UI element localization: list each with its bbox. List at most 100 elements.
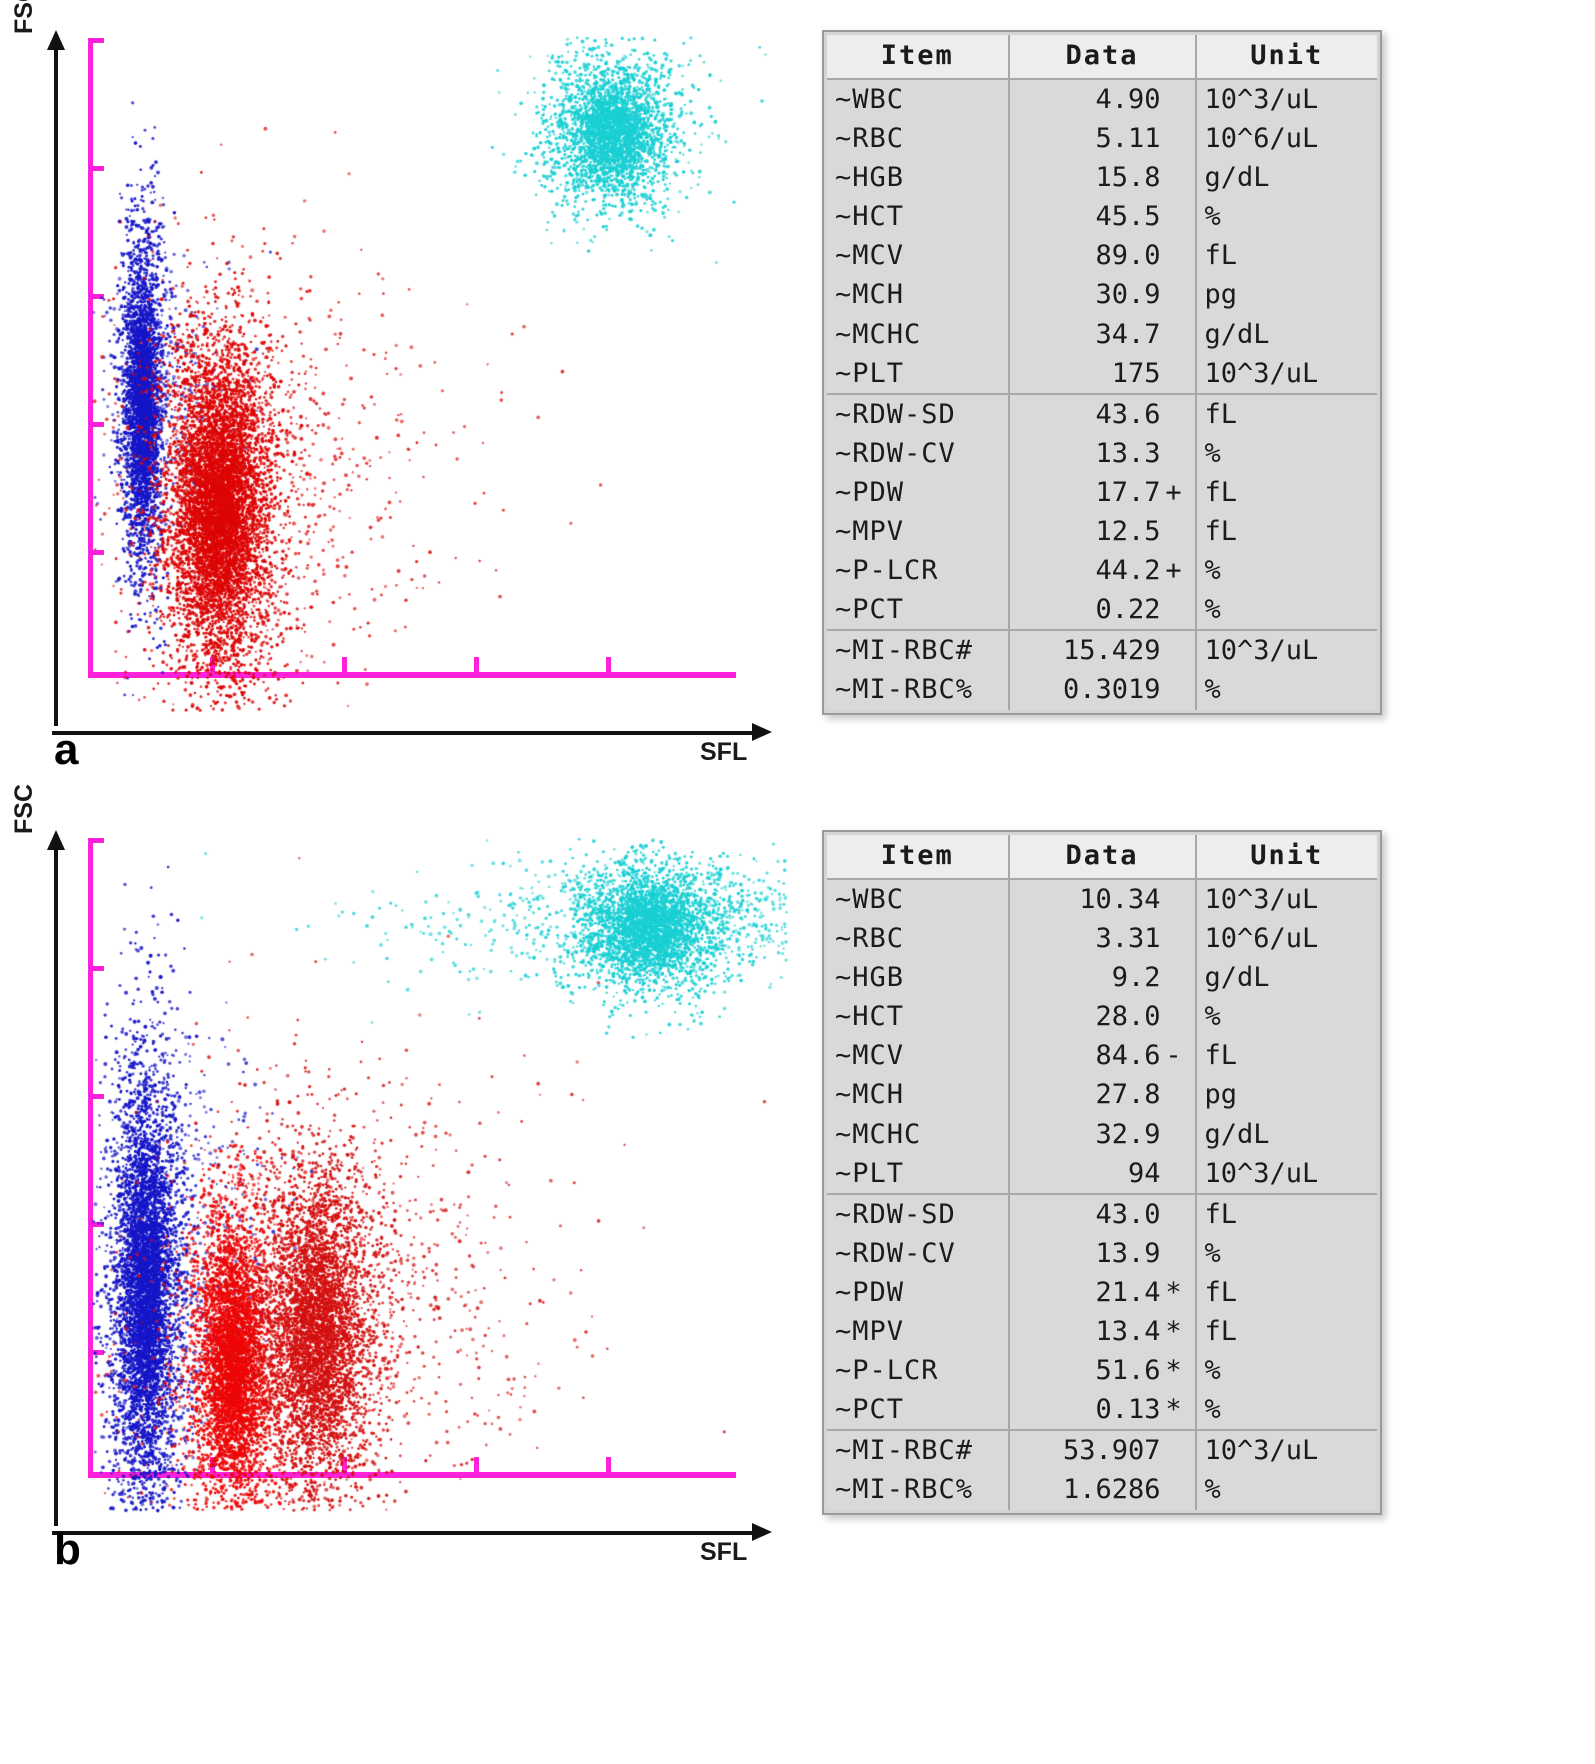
cell-item: ~MI-RBC# <box>827 630 1010 671</box>
cell-item: ~WBC <box>827 79 1010 120</box>
cbc-table-b: Item Data Unit ~WBC 10.34 10^3/uL ~RBC 3.31 1… <box>827 835 1377 1510</box>
cell-unit: fL <box>1195 1036 1377 1076</box>
cell-data: 17.7 + <box>1008 472 1197 513</box>
cell-data: 43.0 <box>1008 1193 1197 1234</box>
table-row: ~MCH 30.9 pg <box>827 275 1377 315</box>
cell-flag: + <box>1165 476 1182 508</box>
cell-item: ~HCT <box>827 997 1010 1037</box>
cell-data: 3.31 <box>1008 919 1197 959</box>
cell-value: 1.6286 <box>1062 1474 1161 1506</box>
cell-unit: g/dL <box>1195 314 1377 354</box>
table-row: ~MCV 89.0 fL <box>827 236 1377 276</box>
cell-data: 5.11 <box>1008 119 1197 159</box>
cell-value: 21.4 <box>1095 1276 1161 1308</box>
cell-item: ~MI-RBC# <box>827 1430 1010 1471</box>
cell-item: ~MPV <box>827 1312 1010 1352</box>
cell-data: 13.4 * <box>1008 1312 1197 1352</box>
table-row: ~MI-RBC% 0.3019% <box>827 670 1377 710</box>
cell-unit: 10^3/uL <box>1195 630 1377 671</box>
table-row: ~PDW 21.4 * fL <box>827 1272 1377 1313</box>
table-row: ~RDW-SD 43.6 fL <box>827 393 1377 434</box>
table-row: ~PLT 175 10^3/uL <box>827 353 1377 395</box>
cell-item: ~MCV <box>827 1036 1010 1076</box>
table-row: ~RDW-CV 13.9% <box>827 1233 1377 1273</box>
cbc-table-a: Item Data Unit ~WBC 4.90 10^3/uL ~RBC 5.11 10… <box>827 35 1377 710</box>
cell-unit: fL <box>1195 236 1377 276</box>
cell-data: 15.429 <box>1008 630 1197 671</box>
cell-value: 89.0 <box>1095 240 1161 272</box>
cell-item: ~P-LCR <box>827 1351 1010 1391</box>
cell-value: 30.9 <box>1095 279 1161 311</box>
cell-value: 5.11 <box>1095 123 1161 155</box>
cell-flag: * <box>1165 1394 1182 1426</box>
cell-data: 13.9 <box>1008 1233 1197 1273</box>
cell-flag: * <box>1165 1276 1182 1308</box>
cell-data: 0.22 <box>1008 590 1197 632</box>
cell-data: 34.7 <box>1008 314 1197 354</box>
cell-value: 84.6 <box>1095 1040 1161 1072</box>
table-row: ~MPV 12.5 fL <box>827 512 1377 552</box>
cell-data: 175 <box>1008 353 1197 395</box>
cell-data: 51.6 * <box>1008 1351 1197 1391</box>
table-row: ~RBC 3.31 10^6/uL <box>827 919 1377 959</box>
table-row: ~MCV 84.6- fL <box>827 1036 1377 1076</box>
cell-unit: pg <box>1195 1075 1377 1115</box>
col-header-unit: Unit <box>1195 35 1377 80</box>
cell-unit: % <box>1195 1233 1377 1273</box>
cell-value: 53.907 <box>1062 1435 1161 1467</box>
cell-unit: % <box>1195 551 1377 591</box>
cell-value: 27.8 <box>1095 1079 1161 1111</box>
cell-data: 94 <box>1008 1153 1197 1195</box>
cell-data: 1.6286 <box>1008 1470 1197 1510</box>
cell-unit: fL <box>1195 1272 1377 1313</box>
cell-value: 13.4 <box>1095 1316 1161 1348</box>
table-row: ~HGB 9.2 g/dL <box>827 958 1377 998</box>
table-row: ~HCT 28.0% <box>827 997 1377 1037</box>
cell-data: 45.5 <box>1008 197 1197 237</box>
cell-value: 0.13 <box>1095 1394 1161 1426</box>
cell-item: ~MI-RBC% <box>827 670 1010 710</box>
table-row: ~MI-RBC% 1.6286% <box>827 1470 1377 1510</box>
cell-item: ~HGB <box>827 958 1010 998</box>
cell-item: ~MCH <box>827 275 1010 315</box>
cell-data: 10.34 <box>1008 879 1197 920</box>
cell-unit: 10^3/uL <box>1195 1153 1377 1195</box>
cell-data: 89.0 <box>1008 236 1197 276</box>
table-row: ~PLT 94 10^3/uL <box>827 1153 1377 1195</box>
cell-item: ~PLT <box>827 1153 1010 1195</box>
panel-a-scatterplot <box>90 34 790 714</box>
cell-unit: % <box>1195 433 1377 473</box>
cell-value: 175 <box>1111 357 1161 389</box>
cell-item: ~RDW-SD <box>827 393 1010 434</box>
table-row: ~MCHC 34.7 g/dL <box>827 314 1377 354</box>
table-row: ~WBC 4.90 10^3/uL <box>827 79 1377 120</box>
cell-value: 32.9 <box>1095 1118 1161 1150</box>
cell-item: ~MI-RBC% <box>827 1470 1010 1510</box>
table-header-row: Item Data Unit <box>827 35 1377 80</box>
cell-unit: 10^3/uL <box>1195 879 1377 920</box>
cbc-result-table-b: Item Data Unit ~WBC 10.34 10^3/uL ~RBC 3.31 1… <box>822 830 1382 1515</box>
cell-value: 3.31 <box>1095 923 1161 955</box>
cell-value: 0.3019 <box>1062 674 1161 706</box>
cell-data: 21.4 * <box>1008 1272 1197 1313</box>
cell-value: 51.6 <box>1095 1355 1161 1387</box>
cell-item: ~MCHC <box>827 314 1010 354</box>
cell-unit: fL <box>1195 393 1377 434</box>
cell-data: 12.5 <box>1008 512 1197 552</box>
cbc-result-table-a: Item Data Unit ~WBC 4.90 10^3/uL ~RBC 5.11 10… <box>822 30 1382 715</box>
cell-value: 15.429 <box>1062 635 1161 667</box>
cell-item: ~RBC <box>827 919 1010 959</box>
cell-unit: g/dL <box>1195 1114 1377 1154</box>
cell-data: 13.3 <box>1008 433 1197 473</box>
col-header-item: Item <box>827 35 1010 80</box>
cell-unit: fL <box>1195 472 1377 513</box>
cell-item: ~MCH <box>827 1075 1010 1115</box>
table-row: ~WBC 10.34 10^3/uL <box>827 879 1377 920</box>
cell-item: ~P-LCR <box>827 551 1010 591</box>
table-row: ~RBC 5.11 10^6/uL <box>827 119 1377 159</box>
cell-value: 45.5 <box>1095 201 1161 233</box>
col-header-unit: Unit <box>1195 835 1377 880</box>
cell-item: ~HGB <box>827 158 1010 198</box>
table-row: ~PDW 17.7 + fL <box>827 472 1377 513</box>
cell-data: 9.2 <box>1008 958 1197 998</box>
